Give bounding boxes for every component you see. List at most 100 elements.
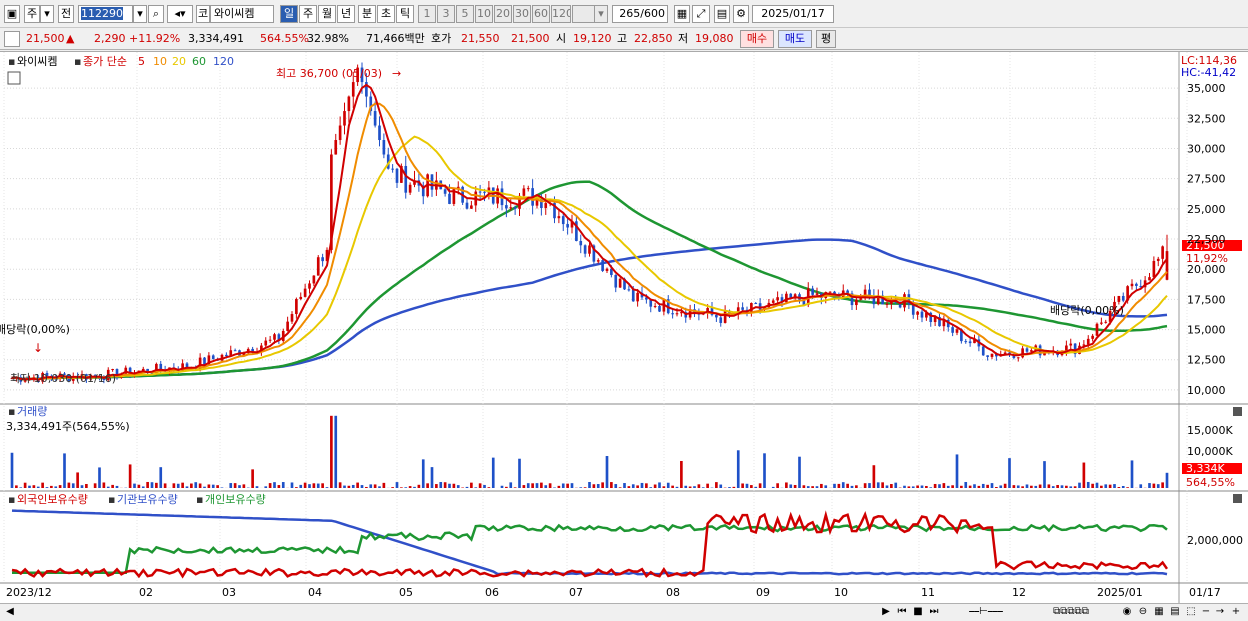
checkbox[interactable] <box>4 31 20 47</box>
close-icon[interactable] <box>1233 494 1242 503</box>
interval-120[interactable]: 120 <box>551 5 571 23</box>
chevron-down-icon[interactable]: ▾ <box>594 5 608 23</box>
x-tick-label: 04 <box>308 586 322 599</box>
scroll-bar[interactable]: ◀ ▶ ⏮ ■ ⏭ ⎯⎯⊢⎯⎯⎯ ⧉⧉⧉⧉⧉ ◉ ⊖ ▦ ▤ ⬚ − → + <box>0 603 1248 621</box>
volume-bar <box>1008 458 1011 488</box>
bar-count-input[interactable]: 265/600 <box>612 5 668 23</box>
amount: 71,466백만 <box>366 32 425 45</box>
y-tick-label: 17,500 <box>1187 293 1226 306</box>
volume-bar <box>483 484 486 488</box>
period-minute[interactable]: 분 <box>358 5 376 23</box>
volume-bar <box>636 485 639 488</box>
volume-bar <box>535 483 539 488</box>
avg-button[interactable]: 평 <box>816 30 836 48</box>
y-tick-label: 27,500 <box>1187 173 1226 186</box>
volume-bar <box>570 483 574 488</box>
view-icons[interactable]: ⧉⧉⧉⧉⧉ <box>1026 605 1116 620</box>
plus-icon[interactable]: + <box>1230 605 1242 620</box>
code-input[interactable]: 112290 <box>78 5 133 23</box>
last-icon[interactable]: ⏭ <box>927 605 941 620</box>
period-week[interactable]: 주 <box>299 5 317 23</box>
candle <box>1156 258 1160 261</box>
speaker-icon[interactable]: ◂▾ <box>167 5 193 23</box>
interval-20[interactable]: 20 <box>494 5 512 23</box>
x-tick-label: 2025/01 <box>1097 586 1143 599</box>
volume-bar <box>10 452 14 488</box>
first-icon[interactable]: ⏮ <box>895 605 909 620</box>
period-year[interactable]: 년 <box>337 5 355 23</box>
period-tick[interactable]: 틱 <box>396 5 414 23</box>
volume-bar <box>1121 486 1125 488</box>
candle <box>1117 295 1121 302</box>
save-icon[interactable]: ▤ <box>714 5 730 23</box>
volume-bar <box>938 484 941 488</box>
volume-bar <box>688 486 692 488</box>
volume-bar <box>299 484 303 488</box>
play-icon[interactable]: ▶ <box>880 605 892 620</box>
window-menu-icon[interactable]: ▣ <box>4 5 20 23</box>
interval-30[interactable]: 30 <box>513 5 531 23</box>
candle <box>1135 283 1138 286</box>
table-icon[interactable] <box>7 71 21 85</box>
volume-bar <box>203 486 206 488</box>
buy-button[interactable]: 매수 <box>740 30 774 48</box>
market-select[interactable]: 주 <box>24 5 40 23</box>
search-icon[interactable]: ⌕ <box>148 5 164 23</box>
interval-60[interactable]: 60 <box>532 5 550 23</box>
candle <box>566 224 569 228</box>
lock-icon[interactable]: ◉ <box>1120 605 1134 620</box>
volume-bar <box>115 485 119 488</box>
y-tick-label: 10,000 <box>1187 384 1226 397</box>
scroll-left-icon[interactable]: ◀ <box>4 605 16 620</box>
sell-button[interactable]: 매도 <box>778 30 812 48</box>
volume-bar <box>268 483 272 488</box>
indicator-icon[interactable]: ▦ <box>674 5 690 23</box>
period-day[interactable]: 일 <box>280 5 298 23</box>
zoom-out-icon[interactable]: ⊖ <box>1136 605 1150 620</box>
toolbar: ▣ 주 ▾ 전 112290 ▾ ⌕ ◂▾ 코 와이씨켐 일 주 월 년 분 초… <box>0 0 1248 28</box>
volume-bar <box>750 485 753 488</box>
vol-tick-15000k: 15,000K <box>1187 424 1233 437</box>
volume-bar <box>920 485 924 488</box>
period-month[interactable]: 월 <box>318 5 336 23</box>
zoom-slider[interactable]: ⎯⎯⊢⎯⎯⎯ <box>948 605 1024 620</box>
volume-bar <box>207 484 211 488</box>
chevron-down-icon[interactable]: ▾ <box>133 5 147 23</box>
fit-icon[interactable]: ⬚ <box>1184 605 1198 620</box>
candle <box>1100 322 1103 324</box>
volume-bar <box>1126 487 1129 488</box>
close-icon[interactable] <box>1233 407 1242 416</box>
foreign-holding-label: 외국인보유수량 <box>17 493 88 506</box>
ma20-label: 20 <box>172 55 186 68</box>
scope-select[interactable]: 전 <box>58 5 74 23</box>
x-tick-label: 07 <box>569 586 583 599</box>
candle <box>618 278 622 288</box>
candle <box>951 327 954 333</box>
gear-icon[interactable]: ⚙ <box>733 5 749 23</box>
volume-bar <box>907 486 911 488</box>
interval-3[interactable]: 3 <box>437 5 455 23</box>
tools-icon[interactable]: ⤢ <box>692 5 710 23</box>
interval-10[interactable]: 10 <box>475 5 493 23</box>
chevron-down-icon[interactable]: ▾ <box>40 5 54 23</box>
arrow-icon[interactable]: → <box>1214 605 1226 620</box>
interval-1[interactable]: 1 <box>418 5 436 23</box>
grid-icon[interactable]: ▦ <box>1152 605 1166 620</box>
chart-area[interactable]: ▪ 와이씨켐 ▪ 종가 단순 5 10 20 60 120 LC:114,36 … <box>0 51 1248 604</box>
stop-icon[interactable]: ■ <box>911 605 925 620</box>
chart-icon[interactable]: ▤ <box>1168 605 1182 620</box>
high-label: 고 <box>617 32 628 45</box>
volume-bar <box>1152 483 1156 488</box>
volume-bar <box>255 486 259 488</box>
candle <box>771 300 775 303</box>
date-input[interactable]: 2025/01/17 <box>752 5 834 23</box>
interval-5[interactable]: 5 <box>456 5 474 23</box>
dividend-note-2: 배당락(0,00%) <box>1050 304 1124 317</box>
volume-bar <box>741 483 744 488</box>
chart-canvas[interactable]: ▪ 와이씨켐 ▪ 종가 단순 5 10 20 60 120 LC:114,36 … <box>0 52 1248 604</box>
period-second[interactable]: 초 <box>377 5 395 23</box>
minus-icon[interactable]: − <box>1200 605 1212 620</box>
volume-bar <box>763 453 766 488</box>
candle <box>675 313 679 315</box>
candle <box>968 341 972 344</box>
